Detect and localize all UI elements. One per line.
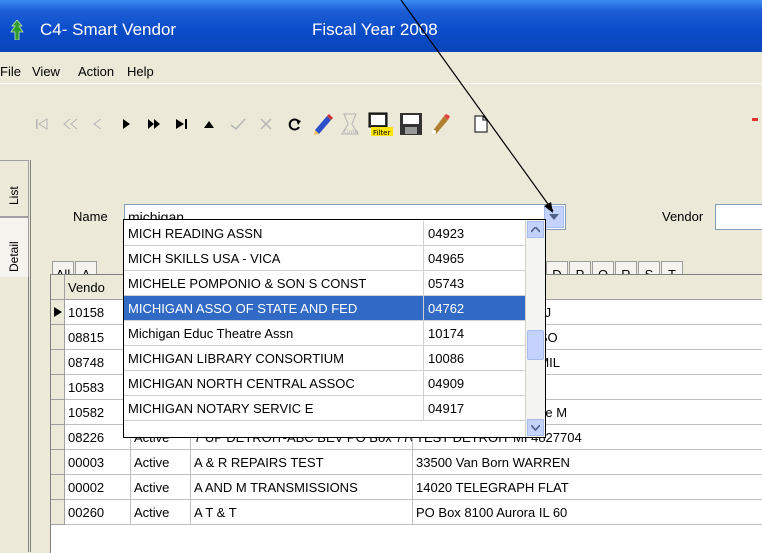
dropdown-item-name: MICHIGAN NORTH CENTRAL ASSOC xyxy=(124,371,424,396)
scroll-up-button[interactable] xyxy=(527,221,544,238)
filter-icon[interactable]: Filter xyxy=(367,111,393,137)
row-selector[interactable] xyxy=(51,375,65,400)
chevron-up-icon xyxy=(531,226,540,233)
dropdown-item-name: MICH READING ASSN xyxy=(124,221,424,246)
clear-icon[interactable] xyxy=(427,111,453,137)
dropdown-item[interactable]: MICHIGAN ASSO OF STATE AND FED 04762 xyxy=(124,296,545,321)
row-selector[interactable] xyxy=(51,400,65,425)
next-record-icon[interactable] xyxy=(113,111,139,137)
cell-name[interactable]: A & R REPAIRS TEST xyxy=(191,450,413,475)
cell-status[interactable]: Active xyxy=(131,500,191,525)
edit-icon[interactable] xyxy=(310,111,336,137)
dropdown-scrollbar[interactable] xyxy=(525,220,545,437)
next-page-icon[interactable] xyxy=(141,111,167,137)
dropdown-item-name: MICH SKILLS USA - VICA xyxy=(124,246,424,271)
cell-vendor[interactable]: 00260 xyxy=(65,500,131,525)
app-logo-icon xyxy=(9,19,25,41)
goto-icon[interactable]: Goto xyxy=(337,111,363,137)
cell-vendor[interactable]: 00003 xyxy=(65,450,131,475)
cell-vendor[interactable]: 00002 xyxy=(65,475,131,500)
current-row-icon xyxy=(54,307,62,317)
prev-page-icon[interactable] xyxy=(57,111,83,137)
tab-detail[interactable]: Detail xyxy=(0,217,29,279)
dropdown-item-name: MICHIGAN NOTARY SERVIC E xyxy=(124,396,424,421)
fiscal-year-title: Fiscal Year 2008 xyxy=(312,20,438,39)
dropdown-item[interactable]: MICHIGAN NOTARY SERVIC E 04917 xyxy=(124,396,545,421)
cell-address[interactable]: 14020 TELEGRAPH FLAT xyxy=(413,475,762,500)
chevron-down-icon xyxy=(531,424,540,431)
row-selector[interactable] xyxy=(51,450,65,475)
cell-vendor[interactable]: 10582 xyxy=(65,400,131,425)
dropdown-item-name: MICHIGAN LIBRARY CONSORTIUM xyxy=(124,346,424,371)
vendor-input[interactable] xyxy=(715,204,762,230)
dropdown-item[interactable]: MICH READING ASSN 04923 xyxy=(124,221,545,246)
tab-list[interactable]: List xyxy=(0,160,29,217)
scroll-down-button[interactable] xyxy=(527,419,544,436)
cell-vendor[interactable]: 08815 xyxy=(65,325,131,350)
menu-bar xyxy=(0,52,762,82)
row-selector[interactable] xyxy=(51,425,65,450)
grid-selector-header xyxy=(51,275,65,300)
cell-name[interactable]: A T & T xyxy=(191,500,413,525)
row-selector[interactable] xyxy=(51,475,65,500)
vendor-label: Vendor xyxy=(662,209,704,224)
cell-vendor[interactable]: 10583 xyxy=(65,375,131,400)
dropdown-item[interactable]: MICH SKILLS USA - VICA 04965 xyxy=(124,246,545,271)
grid-header-vendor[interactable]: Vendo xyxy=(65,275,131,300)
row-selector[interactable] xyxy=(51,300,65,325)
name-dropdown-list[interactable]: MICH READING ASSN 04923 MICH SKILLS USA - … xyxy=(123,219,546,438)
toolbar-overflow-marker xyxy=(752,118,758,121)
prev-record-icon[interactable] xyxy=(84,111,110,137)
dropdown-item[interactable]: Michigan Educ Theatre Assn 10174 xyxy=(124,321,545,346)
cell-address[interactable]: PO Box 8100 Aurora IL 60 xyxy=(413,500,762,525)
chevron-down-icon xyxy=(549,214,559,220)
menu-action[interactable]: Action xyxy=(78,64,114,79)
dropdown-item[interactable]: MICHELE POMPONIO & SON S CONST 05743 xyxy=(124,271,545,296)
row-selector[interactable] xyxy=(51,325,65,350)
dropdown-item-name: MICHELE POMPONIO & SON S CONST xyxy=(124,271,424,296)
row-selector[interactable] xyxy=(51,500,65,525)
first-record-icon[interactable] xyxy=(29,111,55,137)
refresh-icon[interactable] xyxy=(282,111,308,137)
window-title: C4- Smart Vendor xyxy=(40,20,177,39)
dropdown-item-name: MICHIGAN ASSO OF STATE AND FED xyxy=(124,296,424,321)
cell-vendor[interactable]: 08226 xyxy=(65,425,131,450)
svg-text:Filter: Filter xyxy=(373,129,390,137)
combobox-dropdown-button[interactable] xyxy=(544,206,564,228)
save-icon[interactable] xyxy=(398,111,424,137)
cell-status[interactable]: Active xyxy=(131,450,191,475)
cancel-icon[interactable] xyxy=(253,111,279,137)
cell-address[interactable]: 33500 Van Born WARREN xyxy=(413,450,762,475)
cell-status[interactable]: Active xyxy=(131,475,191,500)
name-label: Name xyxy=(73,209,108,224)
menu-file[interactable]: File xyxy=(0,64,21,79)
new-icon[interactable] xyxy=(468,111,494,137)
menu-view[interactable]: View xyxy=(32,64,60,79)
cell-vendor[interactable]: 10158 xyxy=(65,300,131,325)
scroll-thumb[interactable] xyxy=(527,330,544,360)
save-check-icon[interactable] xyxy=(225,111,251,137)
menu-help[interactable]: Help xyxy=(127,64,154,79)
row-selector[interactable] xyxy=(51,350,65,375)
cell-vendor[interactable]: 08748 xyxy=(65,350,131,375)
svg-text:Goto: Goto xyxy=(344,129,359,136)
tab-list-label: List xyxy=(7,186,21,205)
dropdown-item-name: Michigan Educ Theatre Assn xyxy=(124,321,424,346)
tab-detail-label: Detail xyxy=(7,241,21,272)
insert-icon[interactable] xyxy=(196,111,222,137)
dropdown-item[interactable]: MICHIGAN NORTH CENTRAL ASSOC 04909 xyxy=(124,371,545,396)
last-record-icon[interactable] xyxy=(168,111,194,137)
side-tab-strip xyxy=(0,277,29,552)
dropdown-item[interactable]: MICHIGAN LIBRARY CONSORTIUM 10086 xyxy=(124,346,545,371)
cell-name[interactable]: A AND M TRANSMISSIONS xyxy=(191,475,413,500)
